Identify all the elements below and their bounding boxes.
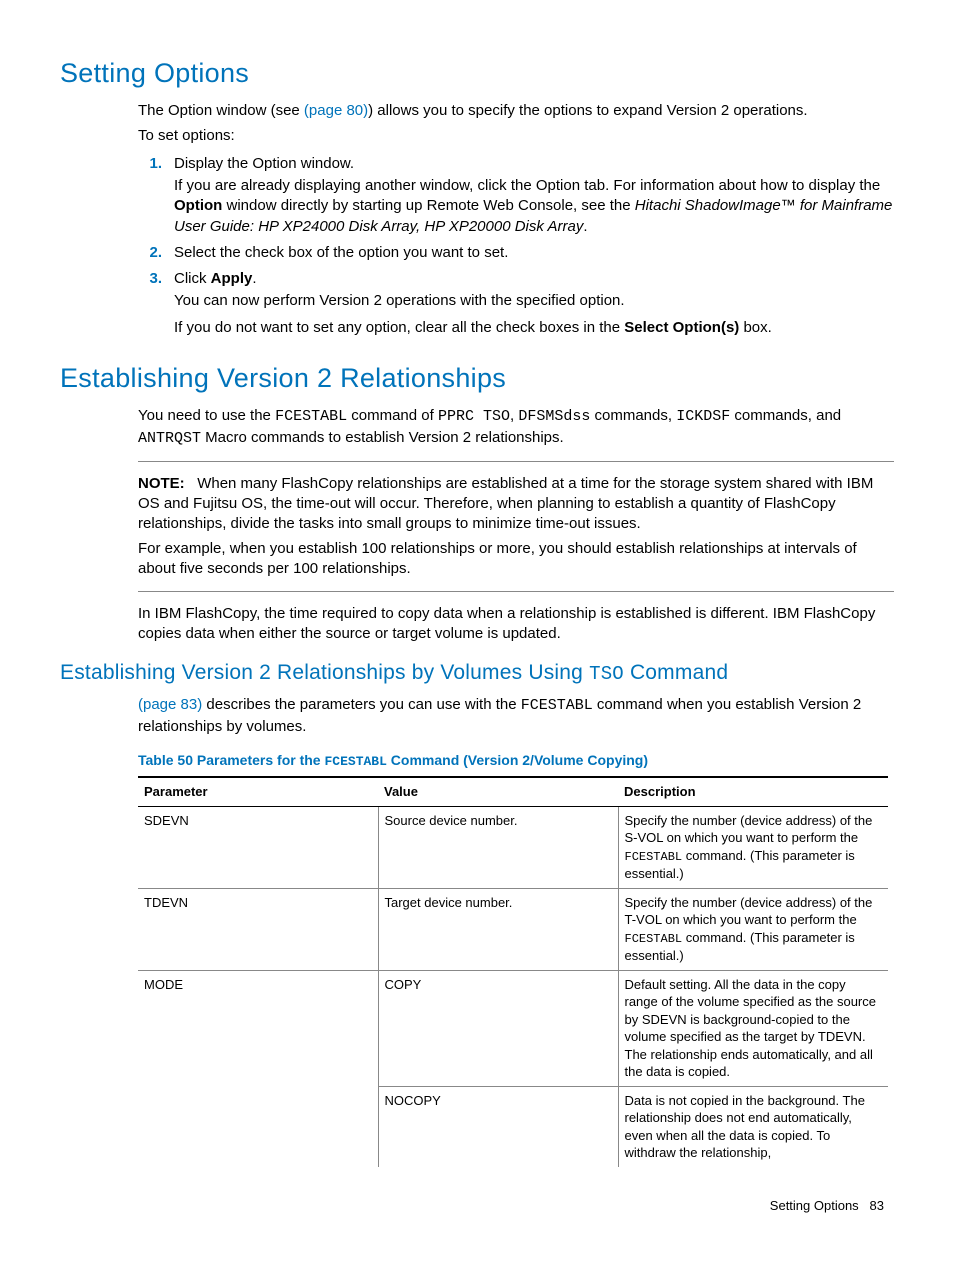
note-paragraph: NOTE: When many FlashCopy relationships … bbox=[138, 474, 894, 535]
step-text: Click Apply. bbox=[174, 270, 257, 287]
step-text: Select the check box of the option you w… bbox=[174, 244, 508, 261]
table-row: MODE COPY Default setting. All the data … bbox=[138, 970, 888, 1086]
text: Specify the number (device address) of t… bbox=[625, 895, 873, 928]
code-text: TSO bbox=[589, 663, 624, 685]
cell-description: Default setting. All the data in the cop… bbox=[618, 970, 888, 1086]
text: You need to use the bbox=[138, 407, 275, 424]
step-number: 1. bbox=[138, 154, 162, 174]
code-text: FCESTABL bbox=[324, 754, 386, 769]
to-set-options-label: To set options: bbox=[138, 126, 894, 146]
table-row: SDEVN Source device number. Specify the … bbox=[138, 806, 888, 888]
text: When many FlashCopy relationships are es… bbox=[138, 475, 873, 533]
cell-description: Specify the number (device address) of t… bbox=[618, 806, 888, 888]
table-row: NOCOPY Data is not copied in the backgro… bbox=[138, 1086, 888, 1167]
step-2: 2. Select the check box of the option yo… bbox=[138, 243, 894, 263]
cell-description: Specify the number (device address) of t… bbox=[618, 888, 888, 970]
text: commands, bbox=[590, 407, 676, 424]
text: If you do not want to set any option, cl… bbox=[174, 319, 624, 336]
text: Table 50 Parameters for the bbox=[138, 752, 324, 768]
text: If you are already displaying another wi… bbox=[174, 177, 880, 194]
text: . bbox=[252, 270, 256, 287]
note-paragraph: For example, when you establish 100 rela… bbox=[138, 539, 894, 580]
page-footer: Setting Options 83 bbox=[60, 1197, 894, 1215]
text: commands, and bbox=[730, 407, 841, 424]
cell-description: Data is not copied in the background. Th… bbox=[618, 1086, 888, 1167]
text: Command (Version 2/Volume Copying) bbox=[387, 752, 648, 768]
heading-setting-options: Setting Options bbox=[60, 55, 894, 91]
step-1: 1. Display the Option window. If you are… bbox=[138, 154, 894, 237]
heading-establishing-v2: Establishing Version 2 Relationships bbox=[60, 360, 894, 396]
page-ref-link[interactable]: (page 80) bbox=[304, 102, 368, 119]
body-paragraph: In IBM FlashCopy, the time required to c… bbox=[138, 604, 894, 645]
code-text: DFSMSdss bbox=[518, 408, 590, 425]
table-caption: Table 50 Parameters for the FCESTABL Com… bbox=[138, 751, 894, 771]
col-header-description: Description bbox=[618, 777, 888, 806]
text: ) allows you to specify the options to e… bbox=[368, 102, 807, 119]
text: Click bbox=[174, 270, 211, 287]
bold-text: Apply bbox=[211, 270, 253, 287]
cell-parameter bbox=[138, 1086, 378, 1167]
bold-text: Option bbox=[174, 197, 222, 214]
text: Macro commands to establish Version 2 re… bbox=[201, 429, 564, 446]
cell-value: Target device number. bbox=[378, 888, 618, 970]
cell-parameter: TDEVN bbox=[138, 888, 378, 970]
code-text: FCESTABL bbox=[625, 850, 683, 864]
text: The Option window (see bbox=[138, 102, 304, 119]
text: Establishing Version 2 Relationships by … bbox=[60, 661, 589, 684]
code-text: FCESTABL bbox=[521, 697, 593, 714]
col-header-parameter: Parameter bbox=[138, 777, 378, 806]
text: Specify the number (device address) of t… bbox=[625, 813, 873, 846]
text: window directly by starting up Remote We… bbox=[222, 197, 634, 214]
step-number: 2. bbox=[138, 243, 162, 263]
body-paragraph: (page 83) describes the parameters you c… bbox=[138, 695, 894, 737]
cell-parameter: SDEVN bbox=[138, 806, 378, 888]
bold-text: Select Option(s) bbox=[624, 319, 739, 336]
note-label: NOTE: bbox=[138, 475, 185, 492]
text: . bbox=[583, 218, 587, 235]
intro-paragraph: The Option window (see (page 80)) allows… bbox=[138, 101, 894, 121]
cell-parameter: MODE bbox=[138, 970, 378, 1086]
step-detail: If you do not want to set any option, cl… bbox=[174, 318, 894, 338]
code-text: FCESTABL bbox=[625, 932, 683, 946]
step-3: 3. Click Apply. You can now perform Vers… bbox=[138, 269, 894, 338]
note-block: NOTE: When many FlashCopy relationships … bbox=[138, 461, 894, 592]
code-text: FCESTABL bbox=[275, 408, 347, 425]
step-detail: If you are already displaying another wi… bbox=[174, 176, 894, 237]
step-detail: You can now perform Version 2 operations… bbox=[174, 291, 894, 311]
page-ref-link[interactable]: (page 83) bbox=[138, 696, 202, 713]
footer-page-number: 83 bbox=[870, 1198, 884, 1213]
table-row: TDEVN Target device number. Specify the … bbox=[138, 888, 888, 970]
text: box. bbox=[739, 319, 772, 336]
col-header-value: Value bbox=[378, 777, 618, 806]
code-text: ICKDSF bbox=[676, 408, 730, 425]
cell-value: COPY bbox=[378, 970, 618, 1086]
footer-section-label: Setting Options bbox=[770, 1198, 859, 1213]
code-text: ANTRQST bbox=[138, 430, 201, 447]
text: describes the parameters you can use wit… bbox=[202, 696, 521, 713]
code-text: PPRC TSO bbox=[438, 408, 510, 425]
cell-value: Source device number. bbox=[378, 806, 618, 888]
step-number: 3. bbox=[138, 269, 162, 289]
parameters-table: Parameter Value Description SDEVN Source… bbox=[138, 776, 888, 1167]
heading-establishing-by-volumes: Establishing Version 2 Relationships by … bbox=[60, 659, 894, 688]
step-text: Display the Option window. bbox=[174, 155, 354, 172]
text: Command bbox=[624, 661, 728, 684]
cell-value: NOCOPY bbox=[378, 1086, 618, 1167]
text: command of bbox=[347, 407, 438, 424]
steps-list: 1. Display the Option window. If you are… bbox=[138, 154, 894, 338]
body-paragraph: You need to use the FCESTABL command of … bbox=[138, 406, 894, 449]
table-header-row: Parameter Value Description bbox=[138, 777, 888, 806]
